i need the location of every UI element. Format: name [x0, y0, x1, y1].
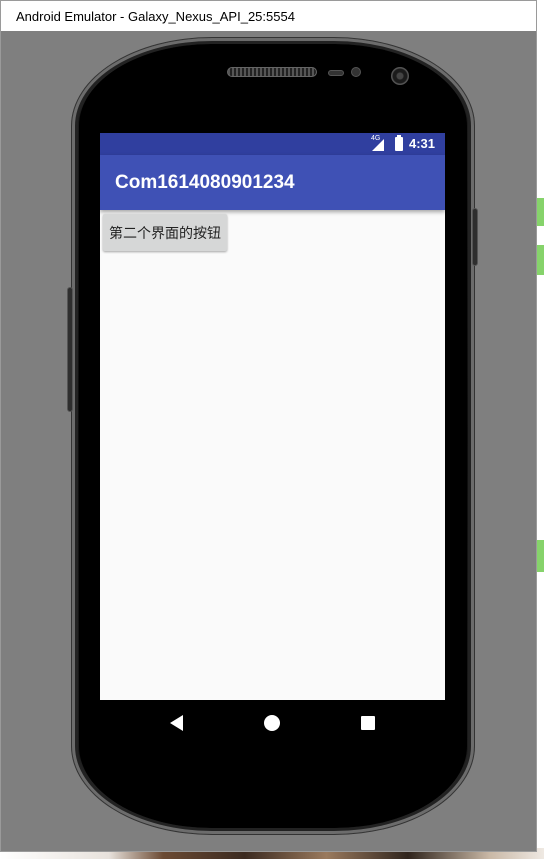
power-button[interactable] — [472, 208, 478, 266]
window-title-bar[interactable]: Android Emulator - Galaxy_Nexus_API_25:5… — [1, 1, 536, 31]
status-time: 4:31 — [408, 136, 435, 151]
home-icon[interactable] — [264, 715, 280, 731]
desktop-background — [537, 0, 544, 848]
window-title: Android Emulator - Galaxy_Nexus_API_25:5… — [16, 9, 295, 24]
app-title: Com1614080901234 — [115, 172, 295, 193]
proximity-sensor — [328, 70, 344, 76]
battery-icon — [395, 135, 403, 151]
navigation-bar — [100, 700, 445, 747]
volume-button[interactable] — [67, 287, 73, 412]
light-sensor — [351, 67, 361, 77]
app-bar: Com1614080901234 — [100, 155, 445, 210]
desktop-highlight — [537, 540, 544, 572]
desktop-highlight — [537, 245, 544, 275]
second-screen-button[interactable]: 第二个界面的按钮 — [103, 214, 227, 251]
status-bar: 4G 4:31 — [100, 133, 445, 155]
recents-icon[interactable] — [361, 716, 375, 730]
front-camera — [391, 67, 409, 85]
earpiece-speaker — [227, 67, 317, 77]
back-icon[interactable] — [170, 715, 183, 731]
second-screen-button-label: 第二个界面的按钮 — [109, 225, 221, 242]
device-screen: 4G 4:31 Com1614080901234 第二个界面的按钮 — [100, 133, 445, 747]
signal-icon — [372, 139, 384, 151]
desktop-highlight — [537, 198, 544, 226]
